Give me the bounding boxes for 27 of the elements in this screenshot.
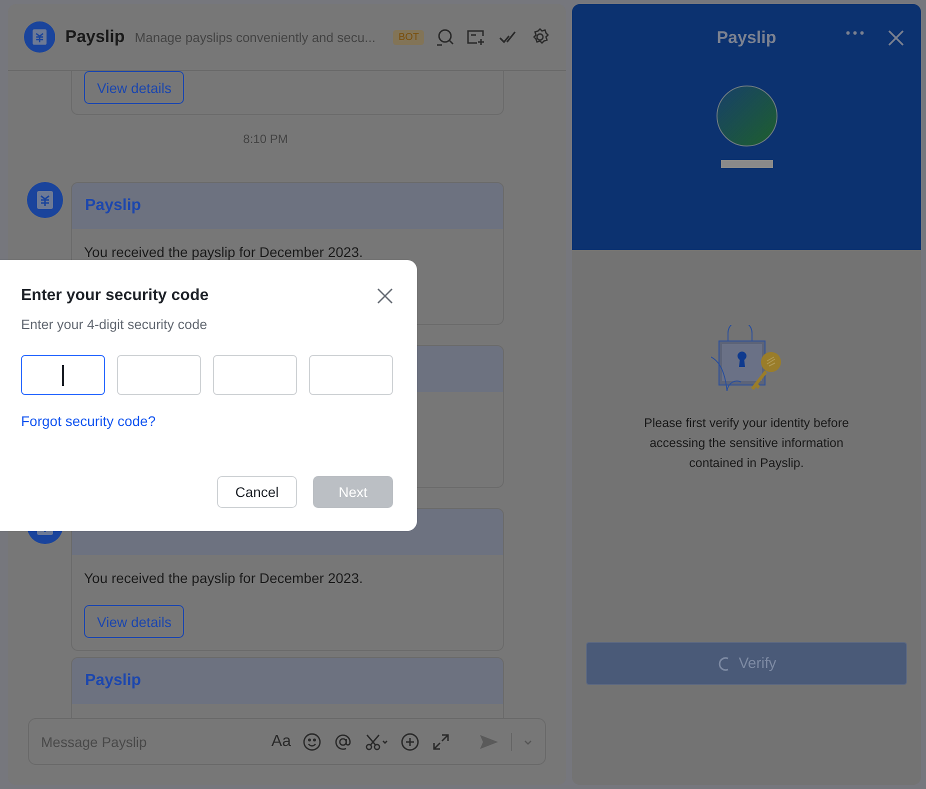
- verify-message: Please first verify your identity before accessing the sensitive information contained in Payslip.: [643, 415, 850, 472]
- chat-title: Payslip: [65, 27, 125, 47]
- search-icon[interactable]: [434, 27, 454, 47]
- mention-icon[interactable]: [333, 732, 353, 752]
- card-title: Payslip: [85, 197, 142, 215]
- panel-title: Payslip: [716, 28, 776, 48]
- avatar: [716, 85, 778, 147]
- add-icon[interactable]: [400, 732, 420, 752]
- name-placeholder-bar: [720, 160, 772, 168]
- dialog-subtitle: Enter your 4-digit security code: [21, 317, 208, 332]
- code-field[interactable]: [21, 355, 105, 395]
- emoji-icon[interactable]: [302, 732, 322, 752]
- dialog-title: Enter your security code: [21, 287, 209, 305]
- more-icon[interactable]: [845, 30, 865, 36]
- text-format-icon[interactable]: Aa: [271, 732, 291, 750]
- close-icon[interactable]: [887, 29, 905, 47]
- bot-tag: BOT: [393, 30, 424, 44]
- cancel-button[interactable]: Cancel: [217, 476, 297, 508]
- view-details-button[interactable]: View details: [84, 605, 184, 638]
- expand-icon[interactable]: [431, 732, 451, 752]
- card-title: Payslip: [85, 672, 142, 690]
- message-text: You received the payslip for December 2023.: [84, 569, 364, 588]
- close-icon[interactable]: [377, 288, 393, 304]
- message-text: You received the payslip for December 2023.: [84, 243, 364, 262]
- forgot-code-link[interactable]: Forgot security code?: [21, 413, 156, 429]
- view-details-button[interactable]: View details: [84, 71, 184, 104]
- app-logo-icon: [24, 19, 56, 55]
